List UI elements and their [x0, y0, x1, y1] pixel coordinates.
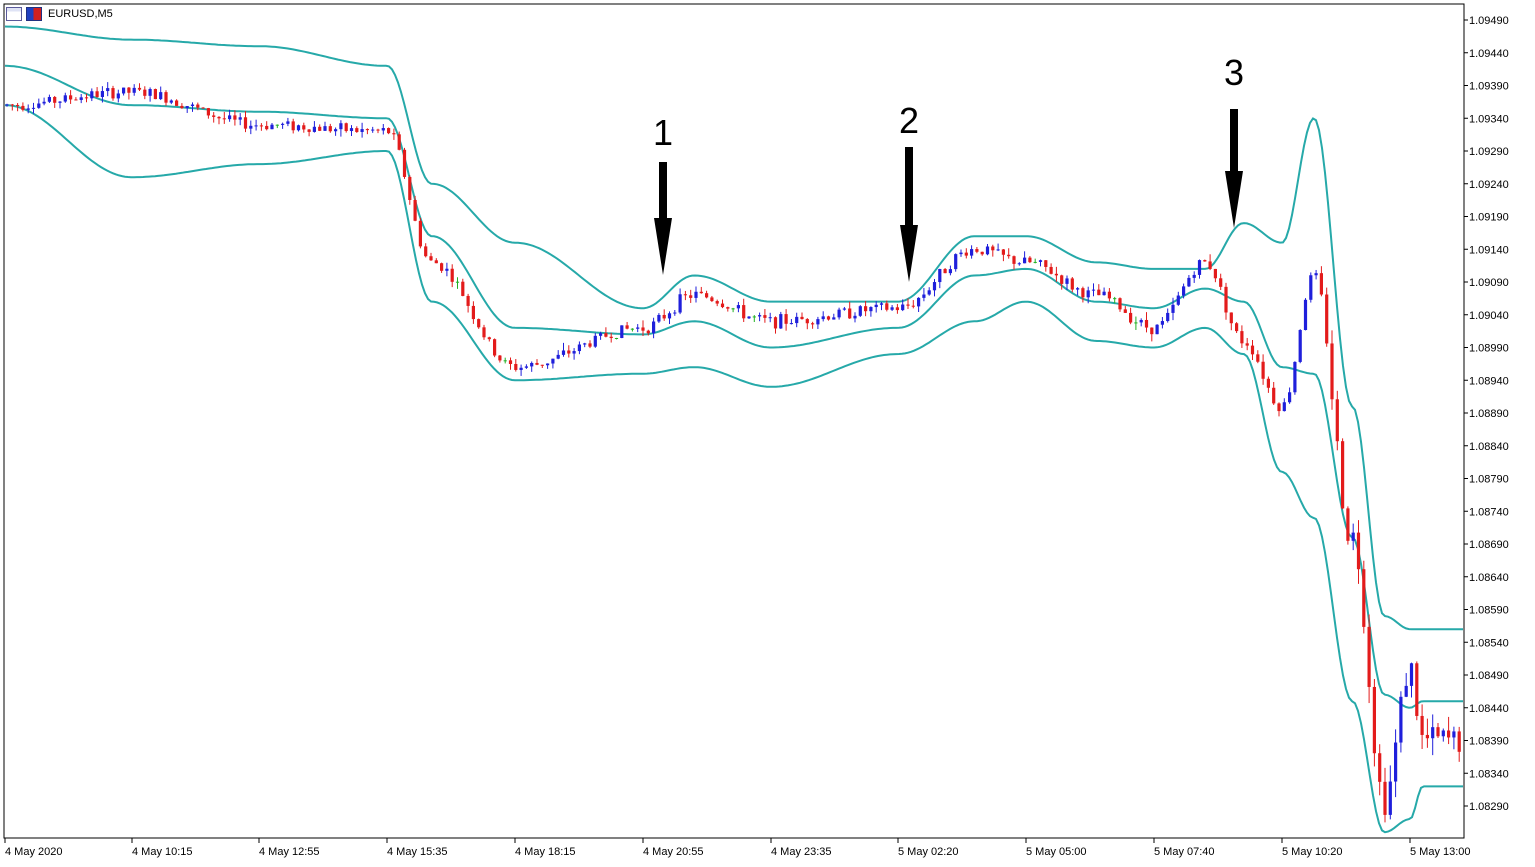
x-tick-label: 4 May 23:35	[771, 846, 832, 858]
symbol-label: EURUSD,M5	[48, 8, 113, 20]
y-tick-label: 1.09040	[1469, 310, 1509, 322]
x-tick-label: 4 May 20:55	[643, 846, 704, 858]
x-tick-label: 4 May 12:55	[259, 846, 320, 858]
x-tick-label: 5 May 05:00	[1026, 846, 1087, 858]
candle	[858, 305, 862, 317]
y-tick-label: 1.08290	[1469, 801, 1509, 813]
y-tick-label: 1.08340	[1469, 768, 1509, 780]
candle	[1309, 272, 1313, 303]
y-tick-label: 1.08940	[1469, 375, 1509, 387]
annotation-label: 3	[1224, 52, 1244, 93]
chart-properties-icon[interactable]	[6, 7, 22, 21]
candle	[402, 147, 407, 179]
candle	[1325, 287, 1329, 347]
x-tick-label: 5 May 07:40	[1154, 846, 1215, 858]
x-tick-label: 4 May 10:15	[132, 846, 193, 858]
candle	[1298, 329, 1302, 364]
x-tick-label: 5 May 10:20	[1282, 846, 1343, 858]
y-tick-label: 1.08540	[1469, 637, 1509, 649]
candle	[1155, 324, 1159, 335]
x-tick-label: 5 May 13:00	[1410, 846, 1471, 858]
annotation-label: 1	[653, 112, 673, 153]
y-tick-label: 1.08440	[1469, 703, 1509, 715]
candle	[1293, 361, 1297, 395]
candle	[779, 311, 783, 329]
candle	[493, 338, 497, 358]
candle	[954, 253, 958, 272]
y-tick-label: 1.08740	[1469, 506, 1509, 518]
candle	[1346, 506, 1350, 545]
y-tick-label: 1.08890	[1469, 408, 1509, 420]
y-tick-label: 1.08490	[1469, 670, 1509, 682]
x-tick-label: 4 May 18:15	[515, 846, 576, 858]
candle	[620, 325, 624, 339]
candle	[1303, 298, 1308, 331]
time-axis: 4 May 2020 4 May 10:15 4 May 12:55 4 May 15…	[4, 838, 1471, 858]
y-tick-label: 1.09190	[1469, 212, 1509, 224]
plot-area	[3, 3, 1465, 839]
y-tick-label: 1.09490	[1469, 15, 1509, 27]
y-tick-label: 1.09140	[1469, 244, 1509, 256]
candle	[387, 127, 391, 135]
y-tick-label: 1.09390	[1469, 81, 1509, 93]
y-tick-label: 1.08990	[1469, 343, 1509, 355]
candle	[397, 131, 401, 151]
y-tick-label: 1.09440	[1469, 48, 1509, 60]
candle	[1415, 661, 1419, 721]
y-tick-label: 1.09340	[1469, 113, 1509, 125]
candle	[153, 88, 157, 100]
candle	[477, 318, 481, 329]
y-tick-label: 1.08390	[1469, 736, 1509, 748]
chart-window: 1.09490 1.09440 1.09390 1.09340 1.09290 1.092…	[0, 0, 1535, 862]
x-tick-label: 4 May 15:35	[387, 846, 448, 858]
candle	[1341, 438, 1345, 510]
price-axis: 1.09490 1.09440 1.09390 1.09340 1.09290 1.092…	[1464, 15, 1509, 813]
y-tick-label: 1.08790	[1469, 474, 1509, 486]
y-tick-label: 1.09090	[1469, 277, 1509, 289]
y-tick-label: 1.09290	[1469, 146, 1509, 158]
candle	[418, 217, 422, 249]
candle	[1362, 560, 1366, 634]
symbol-header: EURUSD,M5	[6, 6, 113, 22]
x-tick-label: 4 May 2020	[5, 846, 62, 858]
x-tick-label: 5 May 02:20	[898, 846, 959, 858]
chart-colors-icon[interactable]	[26, 7, 42, 21]
annotation-label: 2	[899, 100, 919, 141]
y-tick-label: 1.08690	[1469, 539, 1509, 551]
y-tick-label: 1.08640	[1469, 572, 1509, 584]
price-chart[interactable]: 1.09490 1.09440 1.09390 1.09340 1.09290 1.092…	[0, 0, 1535, 862]
y-tick-label: 1.08590	[1469, 605, 1509, 617]
y-tick-label: 1.08840	[1469, 441, 1509, 453]
y-tick-label: 1.09240	[1469, 179, 1509, 191]
